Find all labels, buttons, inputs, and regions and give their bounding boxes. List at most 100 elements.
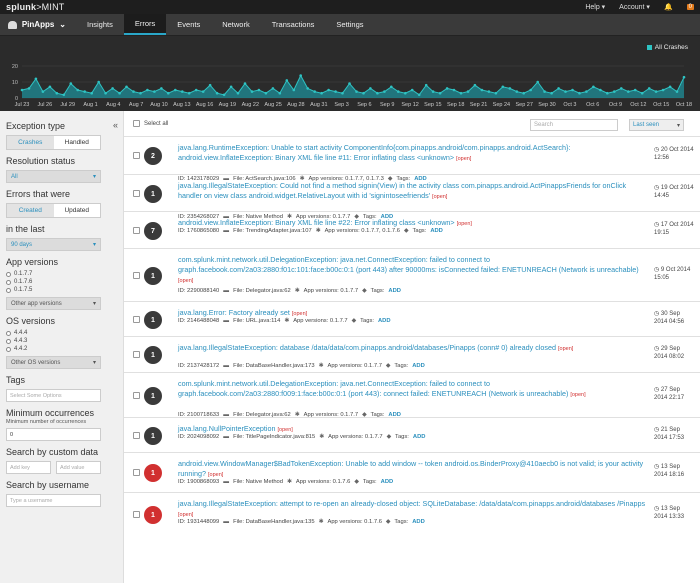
error-title[interactable]: java.lang.IllegalStateException: Could n… bbox=[178, 181, 650, 202]
data-point[interactable] bbox=[313, 90, 317, 93]
data-point[interactable] bbox=[153, 90, 156, 93]
tab-errors[interactable]: Errors bbox=[123, 14, 167, 35]
app-version-option[interactable]: 0.1.7.6 bbox=[6, 279, 117, 285]
data-point[interactable] bbox=[285, 79, 289, 82]
error-row[interactable]: 1 java.lang.Error: Factory already set [o… bbox=[124, 301, 700, 336]
error-row[interactable]: 1 java.lang.NullPointerException [open] ID… bbox=[124, 417, 700, 452]
data-point[interactable] bbox=[355, 90, 358, 93]
data-point[interactable] bbox=[592, 85, 595, 89]
data-point[interactable] bbox=[585, 90, 588, 93]
data-point[interactable] bbox=[487, 90, 491, 93]
collapse-sidebar-icon[interactable]: « bbox=[113, 120, 118, 130]
handled-option[interactable]: Handled bbox=[54, 136, 101, 149]
data-point[interactable] bbox=[167, 91, 170, 95]
chart-legend[interactable]: All Crashes bbox=[646, 44, 688, 51]
tab-network[interactable]: Network bbox=[211, 14, 261, 35]
data-point[interactable] bbox=[606, 91, 609, 95]
data-point[interactable] bbox=[522, 91, 525, 95]
error-title[interactable]: java.lang.IllegalStateException: databas… bbox=[178, 343, 650, 354]
add-tag-link[interactable]: ADD bbox=[412, 363, 425, 369]
data-point[interactable] bbox=[243, 82, 247, 85]
app-selector[interactable]: PinApps ⌄ bbox=[0, 14, 76, 35]
data-point[interactable] bbox=[466, 90, 470, 93]
data-point[interactable] bbox=[264, 91, 268, 95]
data-point[interactable] bbox=[613, 90, 616, 93]
data-point[interactable] bbox=[236, 91, 240, 95]
data-point[interactable] bbox=[369, 87, 372, 90]
data-point[interactable] bbox=[299, 74, 303, 77]
row-checkbox[interactable] bbox=[133, 351, 140, 358]
error-row[interactable]: 1 java.lang.IllegalStateException: Could … bbox=[124, 174, 700, 220]
notification-badge[interactable]: 0 bbox=[686, 4, 694, 10]
row-checkbox[interactable] bbox=[133, 316, 140, 323]
data-point[interactable] bbox=[320, 91, 323, 95]
data-point[interactable] bbox=[62, 93, 66, 97]
account-menu[interactable]: Account ▾ bbox=[619, 3, 650, 11]
error-title[interactable]: android.view.WindowManager$BadTokenExcep… bbox=[178, 459, 650, 480]
tab-settings[interactable]: Settings bbox=[325, 14, 374, 35]
row-checkbox[interactable] bbox=[133, 469, 140, 476]
tags-input[interactable]: Select Some Options bbox=[6, 389, 101, 402]
data-point[interactable] bbox=[494, 91, 498, 95]
data-point[interactable] bbox=[250, 90, 254, 93]
data-point[interactable] bbox=[334, 90, 337, 93]
data-point[interactable] bbox=[341, 91, 344, 95]
data-point[interactable] bbox=[557, 87, 560, 90]
add-tag-link[interactable]: ADD bbox=[388, 288, 401, 294]
data-point[interactable] bbox=[431, 90, 435, 93]
data-point[interactable] bbox=[445, 87, 449, 90]
error-title[interactable]: com.splunk.mint.network.util.DelegationE… bbox=[178, 255, 650, 286]
other-os-versions-select[interactable]: Other OS versions ▾ bbox=[6, 356, 101, 369]
created-option[interactable]: Created bbox=[7, 204, 54, 217]
data-point[interactable] bbox=[501, 85, 505, 89]
error-row[interactable]: 2 java.lang.RuntimeException: Unable to s… bbox=[124, 136, 700, 182]
row-checkbox[interactable] bbox=[133, 227, 140, 234]
data-point[interactable] bbox=[160, 87, 163, 90]
data-point[interactable] bbox=[675, 90, 679, 93]
app-version-option[interactable]: 0.1.7.5 bbox=[6, 287, 117, 293]
os-version-option[interactable]: 4.4.2 bbox=[6, 346, 117, 352]
data-point[interactable] bbox=[69, 82, 73, 85]
data-point[interactable] bbox=[390, 85, 393, 89]
os-version-option[interactable]: 4.4.3 bbox=[6, 338, 117, 344]
row-checkbox[interactable] bbox=[133, 511, 140, 518]
data-point[interactable] bbox=[647, 87, 651, 90]
data-point[interactable] bbox=[376, 91, 379, 95]
data-point[interactable] bbox=[633, 88, 637, 92]
data-point[interactable] bbox=[187, 91, 191, 95]
data-point[interactable] bbox=[125, 85, 128, 89]
data-point[interactable] bbox=[41, 90, 45, 93]
data-point[interactable] bbox=[473, 83, 477, 87]
data-point[interactable] bbox=[599, 88, 602, 92]
data-point[interactable] bbox=[201, 90, 205, 93]
bell-icon[interactable]: 🔔 bbox=[664, 3, 673, 11]
add-tag-link[interactable]: ADD bbox=[413, 434, 426, 440]
data-point[interactable] bbox=[146, 88, 149, 92]
os-version-option[interactable]: 4.4.4 bbox=[6, 330, 117, 336]
custom-key-input[interactable]: Add key bbox=[6, 461, 51, 474]
data-point[interactable] bbox=[132, 90, 135, 93]
row-checkbox[interactable] bbox=[133, 272, 140, 279]
data-point[interactable] bbox=[578, 91, 581, 95]
data-point[interactable] bbox=[181, 90, 184, 93]
data-point[interactable] bbox=[229, 85, 233, 89]
help-menu[interactable]: Help ▾ bbox=[585, 3, 605, 11]
data-point[interactable] bbox=[194, 88, 198, 92]
data-point[interactable] bbox=[438, 91, 442, 95]
data-point[interactable] bbox=[83, 90, 86, 93]
data-point[interactable] bbox=[139, 91, 142, 95]
data-point[interactable] bbox=[55, 91, 59, 95]
error-title[interactable]: com.splunk.mint.network.util.DelegationE… bbox=[178, 379, 650, 400]
data-point[interactable] bbox=[362, 91, 365, 95]
error-title[interactable]: java.lang.IllegalStateException: attempt… bbox=[178, 499, 650, 520]
crashes-option[interactable]: Crashes bbox=[7, 136, 54, 149]
add-tag-link[interactable]: ADD bbox=[381, 479, 394, 485]
updated-option[interactable]: Updated bbox=[54, 204, 101, 217]
data-point[interactable] bbox=[620, 87, 623, 90]
data-point[interactable] bbox=[48, 85, 52, 89]
data-point[interactable] bbox=[668, 85, 672, 89]
data-point[interactable] bbox=[76, 88, 79, 92]
data-point[interactable] bbox=[661, 88, 665, 92]
data-point[interactable] bbox=[640, 91, 644, 95]
data-point[interactable] bbox=[97, 80, 100, 84]
